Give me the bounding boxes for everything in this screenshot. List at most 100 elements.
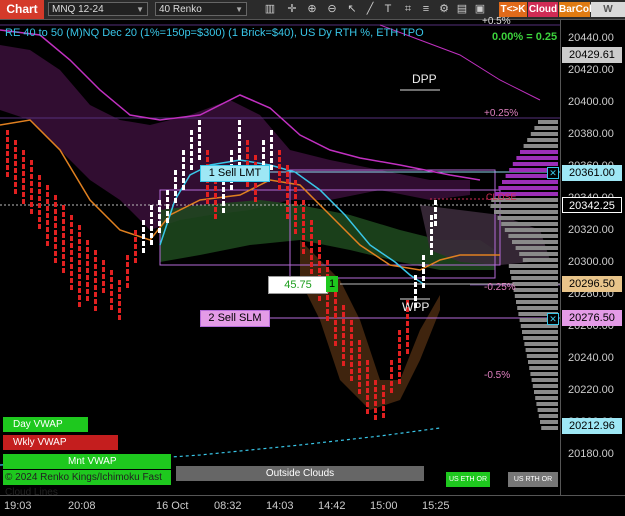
close-label: CLOSE <box>486 192 517 202</box>
renko-brick <box>30 160 33 165</box>
renko-brick <box>430 250 433 255</box>
volume-profile-bar <box>531 378 558 382</box>
sell-stop-label: 2 Sell SLM <box>208 312 262 324</box>
footer-legend: © 2024 Renko Kings/Ichimoku Fast Cloud L… <box>3 470 171 498</box>
volume-profile-bar <box>498 186 558 190</box>
volume-profile-bar <box>519 252 558 256</box>
renko-brick <box>334 299 337 304</box>
chart-menu-button[interactable]: Chart <box>0 0 44 19</box>
time-tick: 15:00 <box>370 500 398 512</box>
volume-profile-bar <box>514 294 558 298</box>
renko-brick <box>310 262 313 267</box>
renko-brick <box>110 291 113 296</box>
time-tick: 20:08 <box>68 500 96 512</box>
renko-brick <box>134 244 137 249</box>
renko-brick <box>70 257 73 262</box>
renko-brick <box>254 183 257 188</box>
renko-brick <box>342 319 345 324</box>
cancel-order-icon[interactable]: ✕ <box>547 167 559 179</box>
renko-brick <box>254 190 257 195</box>
price-label-top: 20429.61 <box>562 47 622 63</box>
cancel-order-icon[interactable]: ✕ <box>547 313 559 325</box>
renko-brick <box>270 144 273 149</box>
renko-brick <box>62 226 65 231</box>
indicators-icon[interactable]: ⌗ <box>400 2 416 17</box>
cursor-icon[interactable]: ↖ <box>344 2 360 17</box>
renko-brick <box>78 232 81 237</box>
crosshair-icon[interactable]: ✛ <box>284 2 300 17</box>
tk-toggle-button[interactable]: T<>K <box>499 2 527 17</box>
renko-brick <box>54 195 57 200</box>
renko-brick <box>382 392 385 397</box>
renko-brick <box>214 193 217 198</box>
renko-brick <box>86 268 89 273</box>
vwap-toggle-button[interactable]: W VWA <box>591 2 625 30</box>
bar-chart-icon[interactable]: ▥ <box>262 2 278 17</box>
renko-brick <box>390 381 393 386</box>
price-tick: 20400.00 <box>568 96 614 108</box>
renko-brick <box>46 192 49 197</box>
renko-brick <box>190 158 193 163</box>
position-qty-tag[interactable]: 1 <box>326 276 338 292</box>
renko-brick <box>318 240 321 245</box>
renko-brick <box>70 271 73 276</box>
renko-brick <box>430 236 433 241</box>
renko-brick <box>94 299 97 304</box>
renko-brick <box>174 198 177 203</box>
renko-brick <box>174 170 177 175</box>
renko-brick <box>238 120 241 125</box>
renko-brick <box>318 296 321 301</box>
volume-profile-bar <box>515 246 558 250</box>
zoom-out-icon[interactable]: ⊖ <box>324 2 340 17</box>
dpp-label: DPP <box>412 72 437 86</box>
renko-brick <box>94 278 97 283</box>
renko-brick <box>190 144 193 149</box>
volume-profile-bar <box>512 282 558 286</box>
barcolor-toggle-button[interactable]: BarCol <box>559 2 592 17</box>
renko-brick <box>238 141 241 146</box>
renko-brick <box>238 134 241 139</box>
renko-brick <box>342 354 345 359</box>
renko-brick <box>406 328 409 333</box>
trade-panel-icon[interactable]: ▤ <box>454 2 470 17</box>
position-pnl-tag[interactable]: 45.75 <box>268 276 328 294</box>
time-tick: 08:32 <box>214 500 242 512</box>
cloud-toggle-button[interactable]: Cloud <box>528 2 558 17</box>
renko-brick <box>54 237 57 242</box>
time-tick: 19:03 <box>4 500 32 512</box>
settings-icon[interactable]: ⚙ <box>436 2 452 17</box>
sell-stop-order-tag[interactable]: 2 Sell SLM <box>200 310 270 327</box>
day-vwap-legend[interactable]: Day VWAP <box>3 417 88 432</box>
volume-profile-bar <box>527 138 558 142</box>
renko-brick <box>326 309 329 314</box>
volume-profile-bar <box>522 258 558 262</box>
renko-brick <box>286 200 289 205</box>
renko-brick <box>38 203 41 208</box>
renko-brick <box>54 202 57 207</box>
renko-brick <box>174 177 177 182</box>
draw-line-icon[interactable]: ╱ <box>362 2 378 17</box>
sell-limit-order-tag[interactable]: 1 Sell LMT <box>200 165 270 182</box>
renko-brick <box>110 284 113 289</box>
volume-profile-bar <box>532 384 558 388</box>
zoom-in-icon[interactable]: ⊕ <box>304 2 320 17</box>
renko-brick <box>198 148 201 153</box>
save-template-icon[interactable]: ▣ <box>472 2 488 17</box>
chevron-down-icon: ▼ <box>235 5 243 14</box>
renko-brick <box>366 402 369 407</box>
monthly-vwap-legend[interactable]: Mnt VWAP <box>3 454 171 469</box>
renko-brick <box>30 209 33 214</box>
renko-brick <box>270 158 273 163</box>
renko-brick <box>86 296 89 301</box>
renko-brick <box>390 360 393 365</box>
renko-brick <box>358 361 361 366</box>
bar-type-dropdown[interactable]: 40 Renko ▼ <box>155 2 247 16</box>
text-tool-icon[interactable]: T <box>380 2 396 17</box>
weekly-vwap-legend[interactable]: Wkly VWAP <box>3 435 118 450</box>
symbol-dropdown[interactable]: MNQ 12-24 ▼ <box>48 2 148 16</box>
properties-icon[interactable]: ≡ <box>418 2 434 17</box>
chart-toolbar: Chart MNQ 12-24 ▼ 40 Renko ▼ ▥ ✛ ⊕ ⊖ ↖ ╱… <box>0 0 625 30</box>
renko-brick <box>310 269 313 274</box>
renko-brick <box>422 269 425 274</box>
renko-brick <box>434 200 437 205</box>
